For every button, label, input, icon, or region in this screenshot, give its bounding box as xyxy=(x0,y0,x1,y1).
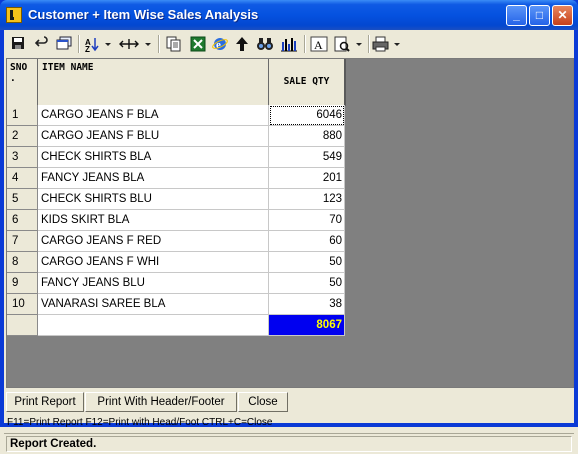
window-icon[interactable] xyxy=(56,36,72,52)
item-name-cell[interactable]: FANCY JEANS BLA xyxy=(38,168,269,189)
maximize-button[interactable]: □ xyxy=(529,5,550,26)
sale-qty-cell[interactable]: 38 xyxy=(269,294,345,315)
column-header-item-name[interactable]: ITEM NAME xyxy=(38,59,269,106)
print-with-header-footer-button[interactable]: Print With Header/Footer xyxy=(85,392,237,412)
row-number[interactable]: 2 xyxy=(7,126,38,147)
total-row[interactable]: 8067 xyxy=(7,315,347,336)
table-row[interactable]: 1 CARGO JEANS F BLA 6046 xyxy=(7,105,347,126)
minimize-button[interactable]: _ xyxy=(506,5,527,26)
item-name-cell[interactable]: CARGO JEANS F RED xyxy=(38,231,269,252)
undo-icon[interactable] xyxy=(34,36,50,52)
item-name-cell[interactable]: CARGO JEANS F WHI xyxy=(38,252,269,273)
status-text: Report Created. xyxy=(6,436,572,452)
sale-qty-cell[interactable]: 549 xyxy=(269,147,345,168)
sort-icon[interactable]: AZ xyxy=(84,36,112,54)
row-number[interactable]: 5 xyxy=(7,189,38,210)
table-row[interactable]: 4 FANCY JEANS BLA 201 xyxy=(7,168,347,189)
total-sale-qty-cell[interactable]: 8067 xyxy=(269,315,345,336)
find-icon[interactable] xyxy=(256,36,274,52)
row-number[interactable]: 4 xyxy=(7,168,38,189)
item-name-cell[interactable]: KIDS SKIRT BLA xyxy=(38,210,269,231)
svg-text:A: A xyxy=(314,38,323,52)
item-name-cell[interactable] xyxy=(38,315,269,336)
table-row[interactable]: 10 VANARASI SAREE BLA 38 xyxy=(7,294,347,315)
column-header-sale-qty[interactable]: SALE QTY xyxy=(269,59,346,106)
row-number[interactable] xyxy=(7,315,38,336)
toolbar-separator xyxy=(304,35,306,53)
item-name-cell[interactable]: CHECK SHIRTS BLA xyxy=(38,147,269,168)
toolbar-separator xyxy=(158,35,160,53)
column-header-sno-label: SNO xyxy=(10,62,28,73)
copy-icon[interactable] xyxy=(166,36,182,52)
client-area: AZ e A SNO . ITEM NAME SALE QTY 1 CARGO … xyxy=(4,30,574,452)
internet-explorer-icon[interactable]: e xyxy=(212,36,228,52)
table-row[interactable]: 3 CHECK SHIRTS BLA 549 xyxy=(7,147,347,168)
print-report-button[interactable]: Print Report xyxy=(6,392,84,412)
toolbar-separator xyxy=(78,35,80,53)
print-preview-icon[interactable] xyxy=(334,36,364,52)
status-bar: Report Created. xyxy=(4,433,574,454)
row-number[interactable]: 9 xyxy=(7,273,38,294)
column-header-sno[interactable]: SNO . xyxy=(7,59,38,106)
app-icon[interactable] xyxy=(6,7,22,23)
excel-icon[interactable] xyxy=(190,36,206,52)
item-name-cell[interactable]: CARGO JEANS F BLA xyxy=(38,105,269,126)
item-name-cell[interactable]: VANARASI SAREE BLA xyxy=(38,294,269,315)
toolbar-separator xyxy=(368,35,370,53)
row-number[interactable]: 8 xyxy=(7,252,38,273)
printer-icon[interactable] xyxy=(372,36,402,52)
table-row[interactable]: 7 CARGO JEANS F RED 60 xyxy=(7,231,347,252)
row-number[interactable]: 7 xyxy=(7,231,38,252)
sale-qty-cell[interactable]: 201 xyxy=(269,168,345,189)
item-name-cell[interactable]: FANCY JEANS BLU xyxy=(38,273,269,294)
sale-qty-cell[interactable]: 60 xyxy=(269,231,345,252)
close-window-button[interactable]: ✕ xyxy=(552,5,573,26)
sale-qty-cell[interactable]: 880 xyxy=(269,126,345,147)
sale-qty-cell[interactable]: 70 xyxy=(269,210,345,231)
table-row[interactable]: 2 CARGO JEANS F BLU 880 xyxy=(7,126,347,147)
row-number[interactable]: 6 xyxy=(7,210,38,231)
table-row[interactable]: 8 CARGO JEANS F WHI 50 xyxy=(7,252,347,273)
column-header-sno-label: . xyxy=(10,73,16,84)
table-row[interactable]: 9 FANCY JEANS BLU 50 xyxy=(7,273,347,294)
column-width-icon[interactable] xyxy=(118,36,152,52)
svg-text:Z: Z xyxy=(85,45,90,52)
sale-qty-cell[interactable]: 123 xyxy=(269,189,345,210)
title-bar[interactable]: Customer + Item Wise Sales Analysis _ □ … xyxy=(0,0,578,30)
toolbar: AZ e A xyxy=(4,30,574,58)
table-row[interactable]: 6 KIDS SKIRT BLA 70 xyxy=(7,210,347,231)
app-window: Customer + Item Wise Sales Analysis _ □ … xyxy=(0,0,578,452)
row-number[interactable]: 10 xyxy=(7,294,38,315)
font-icon[interactable]: A xyxy=(310,36,328,52)
sales-grid[interactable]: SNO . ITEM NAME SALE QTY 1 CARGO JEANS F … xyxy=(6,58,574,388)
item-name-cell[interactable]: CARGO JEANS F BLU xyxy=(38,126,269,147)
item-name-cell[interactable]: CHECK SHIRTS BLU xyxy=(38,189,269,210)
sale-qty-cell[interactable]: 6046 xyxy=(269,105,345,126)
table-row[interactable]: 5 CHECK SHIRTS BLU 123 xyxy=(7,189,347,210)
save-icon[interactable] xyxy=(10,36,26,52)
bar-chart-icon[interactable] xyxy=(280,36,298,52)
row-number[interactable]: 3 xyxy=(7,147,38,168)
up-arrow-icon[interactable] xyxy=(234,36,250,52)
shortcut-hint: F11=Print Report F12=Print with Head/Foo… xyxy=(7,417,273,428)
window-title: Customer + Item Wise Sales Analysis xyxy=(28,7,259,22)
sale-qty-cell[interactable]: 50 xyxy=(269,252,345,273)
row-number[interactable]: 1 xyxy=(7,105,38,126)
sale-qty-cell[interactable]: 50 xyxy=(269,273,345,294)
close-button[interactable]: Close xyxy=(238,392,288,412)
